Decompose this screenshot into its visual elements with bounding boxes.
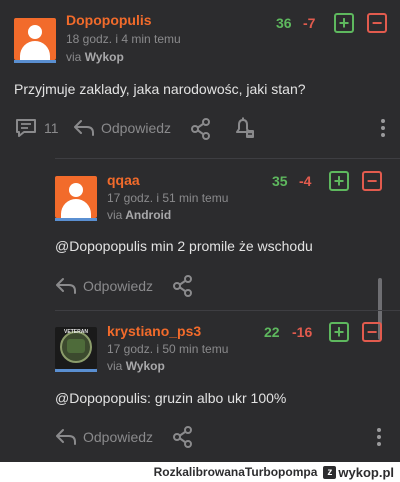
replies-count: 11 <box>44 120 59 136</box>
avatar-head <box>69 183 83 197</box>
comment-text: Przyjmuje zaklady, jaka narodowośc, jaki… <box>14 81 306 97</box>
comment-text: @Dopopopulis: gruzin albo ukr 100% <box>55 390 286 406</box>
avatar-head <box>28 25 42 39</box>
brand-name: wykop.pl <box>338 464 394 480</box>
reply-arrow-icon <box>56 278 76 294</box>
via-name: Wykop <box>84 50 124 64</box>
mention-link[interactable]: @Dopopopulis <box>55 390 147 406</box>
timestamp[interactable]: 17 godz. i 50 min temu <box>107 342 228 356</box>
divider <box>55 310 400 311</box>
upvote-button[interactable]: + <box>329 322 349 342</box>
avatar-text: VETERAN <box>64 329 88 335</box>
comment-text: @Dopopopulis min 2 promile że wschodu <box>55 238 313 254</box>
timestamp[interactable]: 18 godz. i 4 min temu <box>66 32 181 46</box>
comment-icon <box>16 119 36 137</box>
score-plus: 22 <box>264 324 280 340</box>
via-name: Wykop <box>125 359 165 373</box>
avatar-body <box>20 41 50 60</box>
via-label: via <box>107 359 123 373</box>
via-label: via <box>66 50 82 64</box>
reply-button[interactable]: Odpowiedz <box>55 427 153 447</box>
downvote-button[interactable]: − <box>362 171 382 191</box>
share-icon[interactable] <box>190 118 212 140</box>
badge-letter: z <box>323 465 337 479</box>
comment-thread: Dopopopulis 18 godz. i 4 min temu via Wy… <box>0 0 400 462</box>
score-plus: 36 <box>276 15 292 31</box>
score-minus: -16 <box>292 324 313 340</box>
via-source: via Wykop <box>107 359 165 373</box>
score-minus: -4 <box>299 173 312 189</box>
share-icon[interactable] <box>172 275 194 297</box>
via-source: via Wykop <box>66 50 124 64</box>
score-minus: -7 <box>303 15 316 31</box>
avatar-body <box>61 199 91 218</box>
via-source: via Android <box>107 208 171 222</box>
emblem-inner <box>67 339 85 353</box>
avatar-underline <box>14 60 56 63</box>
reply-arrow-icon <box>74 120 94 136</box>
mention-link[interactable]: @Dopopopulis <box>55 238 147 254</box>
footer-bar: RozkalibrowanaTurbopompa z wykop.pl <box>0 462 400 482</box>
username[interactable]: Dopopopulis <box>66 12 152 28</box>
wykop-logo: z wykop.pl <box>323 465 394 480</box>
footer-author: RozkalibrowanaTurbopompa <box>153 465 318 479</box>
username[interactable]: krystiano_ps3 <box>107 323 201 339</box>
reply-button[interactable]: Odpowiedz <box>73 118 171 138</box>
comment-body: : gruzin albo ukr 100% <box>147 390 287 406</box>
avatar[interactable] <box>14 18 56 60</box>
upvote-button[interactable]: + <box>329 171 349 191</box>
via-label: via <box>107 208 123 222</box>
reply-label: Odpowiedz <box>101 120 172 136</box>
score-plus: 35 <box>272 173 288 189</box>
reply-button[interactable]: Odpowiedz <box>55 276 153 296</box>
comment-body: min 2 promile że wschodu <box>147 238 313 254</box>
avatar-underline <box>55 369 97 372</box>
avatar[interactable] <box>55 176 97 218</box>
more-options-icon[interactable] <box>381 119 385 140</box>
reply-label: Odpowiedz <box>83 429 154 445</box>
replies-button[interactable]: 11 <box>14 118 59 138</box>
upvote-button[interactable]: + <box>334 13 354 33</box>
downvote-button[interactable]: − <box>367 13 387 33</box>
via-name: Android <box>125 208 172 222</box>
username[interactable]: qqaa <box>107 172 140 188</box>
notification-bell-icon[interactable] <box>232 116 256 140</box>
more-options-icon[interactable] <box>377 428 381 449</box>
downvote-button[interactable]: − <box>362 322 382 342</box>
avatar-underline <box>55 218 97 221</box>
reply-arrow-icon <box>56 429 76 445</box>
divider <box>55 158 400 159</box>
timestamp[interactable]: 17 godz. i 51 min temu <box>107 191 228 205</box>
avatar[interactable]: VETERAN <box>55 327 97 369</box>
share-icon[interactable] <box>172 426 194 448</box>
reply-label: Odpowiedz <box>83 278 154 294</box>
